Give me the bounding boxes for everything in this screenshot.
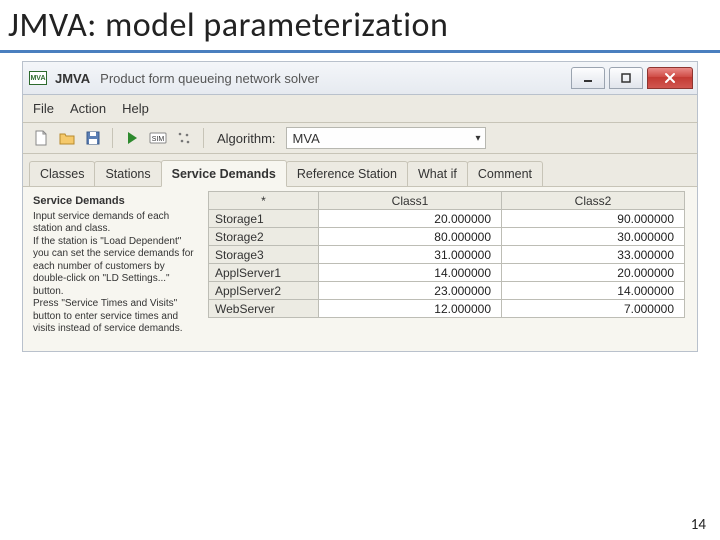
maximize-button[interactable]: [609, 67, 643, 89]
row-header[interactable]: Storage3: [209, 246, 319, 264]
tab-comment[interactable]: Comment: [467, 161, 543, 186]
row-header[interactable]: WebServer: [209, 300, 319, 318]
table-row[interactable]: WebServer 12.000000 7.000000: [209, 300, 685, 318]
play-icon: [126, 131, 138, 145]
col-star[interactable]: *: [209, 192, 319, 210]
description-heading: Service Demands: [33, 195, 200, 209]
slide-title: JMVA: model parameterization: [0, 0, 720, 48]
cell[interactable]: 7.000000: [502, 300, 685, 318]
window-subtitle: Product form queueing network solver: [100, 71, 319, 86]
description-line-3: Press "Service Times and Visits" button …: [33, 298, 200, 336]
table-row[interactable]: Storage1 20.000000 90.000000: [209, 210, 685, 228]
close-icon: [663, 71, 677, 85]
service-demands-table[interactable]: * Class1 Class2 Storage1 20.000000 90.00…: [208, 191, 685, 318]
cell[interactable]: 90.000000: [502, 210, 685, 228]
col-class1[interactable]: Class1: [319, 192, 502, 210]
random-icon: [176, 130, 192, 146]
cell[interactable]: 14.000000: [502, 282, 685, 300]
sim-icon: SIM: [149, 131, 167, 145]
cell[interactable]: 80.000000: [319, 228, 502, 246]
jmva-window: MVA JMVA Product form queueing network s…: [22, 61, 698, 352]
algorithm-label: Algorithm:: [217, 131, 276, 146]
minimize-button[interactable]: [571, 67, 605, 89]
table-row[interactable]: Storage3 31.000000 33.000000: [209, 246, 685, 264]
table-row[interactable]: Storage2 80.000000 30.000000: [209, 228, 685, 246]
cell[interactable]: 33.000000: [502, 246, 685, 264]
row-header[interactable]: ApplServer1: [209, 264, 319, 282]
cell[interactable]: 23.000000: [319, 282, 502, 300]
cell[interactable]: 20.000000: [502, 264, 685, 282]
svg-text:SIM: SIM: [152, 136, 165, 143]
slide-divider: [0, 50, 720, 53]
menubar: File Action Help: [22, 95, 698, 123]
description-line-2: If the station is "Load Dependent" you c…: [33, 236, 200, 299]
menu-action[interactable]: Action: [70, 101, 106, 116]
col-class2[interactable]: Class2: [502, 192, 685, 210]
tab-stations[interactable]: Stations: [94, 161, 161, 186]
new-button[interactable]: [31, 128, 51, 148]
randomize-button[interactable]: [174, 128, 194, 148]
row-header[interactable]: ApplServer2: [209, 282, 319, 300]
tab-what-if[interactable]: What if: [407, 161, 468, 186]
cell[interactable]: 14.000000: [319, 264, 502, 282]
table-row[interactable]: ApplServer1 14.000000 20.000000: [209, 264, 685, 282]
toolbar: SIM Algorithm: MVA ▾: [22, 123, 698, 154]
algorithm-value: MVA: [293, 131, 320, 146]
row-header[interactable]: Storage2: [209, 228, 319, 246]
window-title: JMVA: [55, 71, 90, 86]
cell[interactable]: 31.000000: [319, 246, 502, 264]
toolbar-divider: [112, 128, 113, 148]
description-line-1: Input service demands of each station an…: [33, 211, 200, 236]
tab-service-demands[interactable]: Service Demands: [161, 160, 287, 187]
new-file-icon: [34, 130, 48, 146]
menu-help[interactable]: Help: [122, 101, 149, 116]
tabstrip: Classes Stations Service Demands Referen…: [22, 154, 698, 187]
titlebar: MVA JMVA Product form queueing network s…: [22, 61, 698, 95]
app-icon: MVA: [29, 71, 47, 85]
toolbar-divider-2: [203, 128, 204, 148]
table-row[interactable]: ApplServer2 23.000000 14.000000: [209, 282, 685, 300]
maximize-icon: [620, 72, 632, 84]
grid-wrap: * Class1 Class2 Storage1 20.000000 90.00…: [208, 187, 697, 351]
tab-classes[interactable]: Classes: [29, 161, 95, 186]
algorithm-select[interactable]: MVA ▾: [286, 127, 486, 149]
tab-reference-station[interactable]: Reference Station: [286, 161, 408, 186]
open-button[interactable]: [57, 128, 77, 148]
save-button[interactable]: [83, 128, 103, 148]
service-demands-pane: Service Demands Input service demands of…: [22, 187, 698, 352]
minimize-icon: [582, 72, 594, 84]
sim-button[interactable]: SIM: [148, 128, 168, 148]
run-button[interactable]: [122, 128, 142, 148]
cell[interactable]: 20.000000: [319, 210, 502, 228]
save-icon: [86, 131, 100, 145]
chevron-down-icon: ▾: [476, 133, 481, 144]
close-button[interactable]: [647, 67, 693, 89]
page-number: 14: [691, 516, 706, 534]
menu-file[interactable]: File: [33, 101, 54, 116]
cell[interactable]: 12.000000: [319, 300, 502, 318]
cell[interactable]: 30.000000: [502, 228, 685, 246]
open-folder-icon: [59, 131, 75, 145]
description-panel: Service Demands Input service demands of…: [23, 187, 208, 351]
row-header[interactable]: Storage1: [209, 210, 319, 228]
